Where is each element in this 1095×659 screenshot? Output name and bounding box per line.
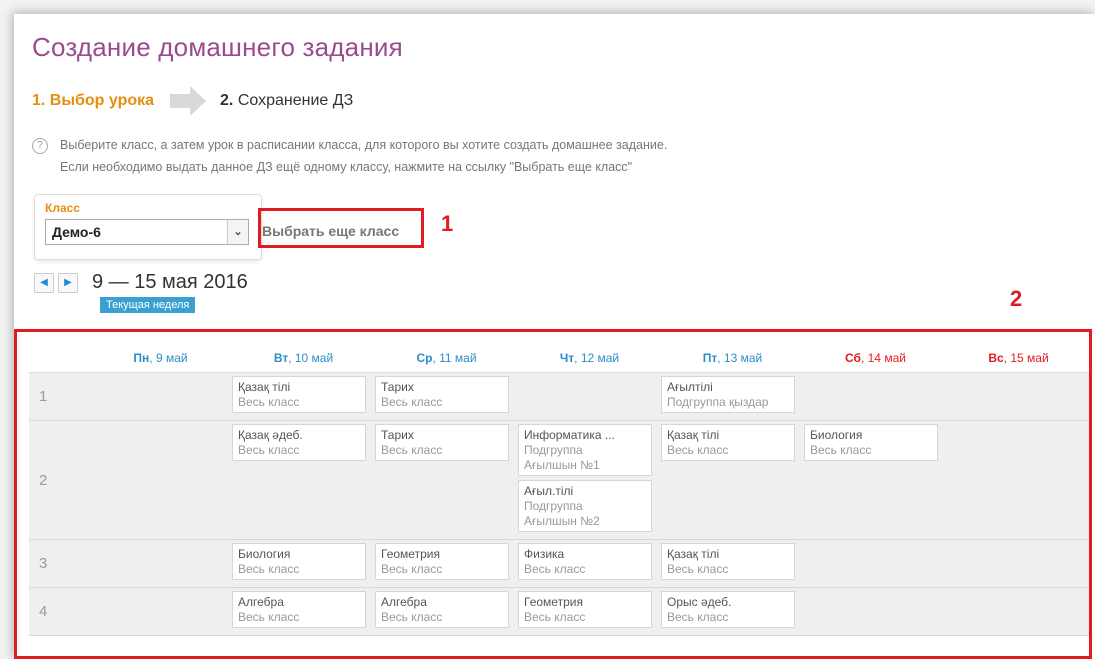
class-select[interactable]: Демо-6 ⌄: [45, 219, 249, 245]
chevron-down-icon[interactable]: ⌄: [227, 220, 248, 244]
class-selector-box: Класс Демо-6 ⌄: [34, 194, 262, 260]
arrow-right-icon: [170, 86, 207, 116]
step-2-number: 2.: [220, 92, 234, 109]
page-title: Создание домашнего задания: [32, 32, 403, 62]
annotation-box-2: [14, 329, 1092, 659]
next-week-button[interactable]: ▶: [58, 272, 78, 293]
help-line-2: Если необходимо выдать данное ДЗ ещё одн…: [60, 160, 633, 174]
annotation-number-2: 2: [1010, 286, 1023, 311]
wizard-steps: 1. Выбор урока 2. Сохранение ДЗ: [32, 86, 353, 116]
step-2-label: 2. Сохранение ДЗ: [220, 92, 353, 110]
page: Создание домашнего задания 1. Выбор урок…: [14, 14, 1095, 659]
current-week-badge[interactable]: Текущая неделя: [100, 297, 196, 313]
annotation-box-1: [258, 208, 424, 248]
week-label: 9 — 15 мая 2016: [92, 271, 248, 293]
question-icon: ?: [32, 138, 48, 154]
step-2-text: Сохранение ДЗ: [237, 92, 354, 109]
step-1-label: 1. Выбор урока: [32, 92, 155, 109]
class-select-value: Демо-6: [52, 224, 101, 240]
class-label: Класс: [45, 201, 80, 215]
prev-week-button[interactable]: ◀: [34, 272, 54, 293]
help-line-1: Выберите класс, а затем урок в расписани…: [60, 138, 668, 152]
annotation-number-1: 1: [441, 211, 454, 236]
week-navigation: ◀ ▶ 9 — 15 мая 2016: [34, 271, 248, 294]
